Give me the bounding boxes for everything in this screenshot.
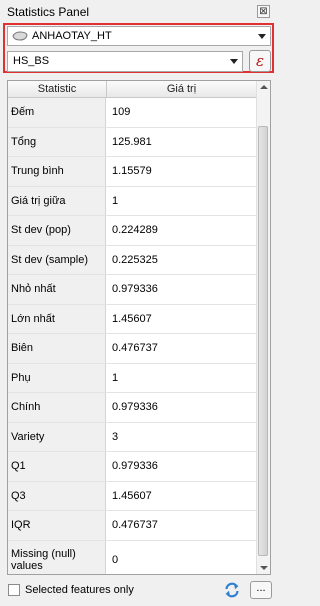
layer-select-value: ANHAOTAY_HT (32, 30, 112, 42)
statistic-value[interactable]: 0.224289 (112, 224, 158, 236)
layer-select[interactable]: ANHAOTAY_HT (7, 26, 271, 46)
statistic-name: Trung bình (11, 165, 64, 178)
row-header[interactable]: St dev (pop) (8, 216, 106, 245)
panel-title: Statistics Panel (7, 5, 90, 19)
row-header[interactable]: Missing (null) values (8, 540, 106, 574)
table-row[interactable]: Q1 0.979336 (8, 452, 256, 482)
statistic-value[interactable]: 1.15579 (112, 165, 152, 177)
panel-titlebar[interactable]: Statistics Panel ⊠ (0, 0, 279, 22)
field-select[interactable]: HS_BS (7, 51, 243, 72)
expression-icon: ε (255, 52, 265, 70)
statistic-name: Variety (11, 430, 45, 443)
chevron-down-icon[interactable] (258, 34, 266, 39)
expression-button[interactable]: ε (249, 50, 271, 72)
row-header[interactable]: Phụ (8, 363, 106, 392)
statistic-name: Missing (null) values (11, 548, 76, 572)
field-select-value: HS_BS (13, 55, 50, 67)
statistic-value[interactable]: 0.476737 (112, 342, 158, 354)
statistic-value[interactable]: 0.979336 (112, 401, 158, 413)
table-row[interactable]: Lớn nhất 1.45607 (8, 304, 256, 334)
column-header-statistic[interactable]: Statistic (8, 83, 106, 95)
statistic-name: St dev (pop) (11, 224, 71, 237)
statistic-name: Nhỏ nhất (11, 283, 56, 296)
chevron-down-icon[interactable] (230, 59, 238, 64)
table-row[interactable]: Phụ 1 (8, 363, 256, 393)
statistic-name: Lớn nhất (11, 312, 55, 325)
statistic-name: Chính (11, 401, 41, 414)
row-header[interactable]: Đếm (8, 98, 106, 127)
statistic-value[interactable]: 0 (112, 554, 118, 566)
vertical-scrollbar[interactable] (256, 81, 270, 574)
statistic-name: Giá trị giữa (11, 194, 66, 207)
statistics-panel: Statistics Panel ⊠ ANHAOTAY_HT HS_BS ε S… (0, 0, 279, 606)
statistic-name: Q3 (11, 489, 26, 502)
table-row[interactable]: Missing (null) values 0 (8, 540, 256, 574)
table-row[interactable]: Nhỏ nhất 0.979336 (8, 275, 256, 305)
row-header[interactable]: IQR (8, 511, 106, 540)
statistic-value[interactable]: 1 (112, 372, 118, 384)
statistic-value[interactable]: 0.476737 (112, 519, 158, 531)
table-row[interactable]: Q3 1.45607 (8, 481, 256, 511)
statistic-name: Tổng (11, 135, 37, 148)
table-row[interactable]: Chính 0.979336 (8, 393, 256, 423)
statistic-value[interactable]: 109 (112, 106, 130, 118)
table-header: Statistic Giá trị (8, 81, 256, 98)
row-header[interactable]: Nhỏ nhất (8, 275, 106, 304)
table-row[interactable]: Đếm 109 (8, 98, 256, 128)
statistic-name: St dev (sample) (11, 253, 89, 266)
selected-features-only-label[interactable]: Selected features only (25, 584, 134, 596)
statistic-value[interactable]: 1.45607 (112, 490, 152, 502)
statistic-name: Q1 (11, 460, 26, 473)
table-row[interactable]: St dev (pop) 0.224289 (8, 216, 256, 246)
table-row[interactable]: Biên 0.476737 (8, 334, 256, 364)
table-row[interactable]: IQR 0.476737 (8, 511, 256, 541)
statistic-value[interactable]: 0.979336 (112, 460, 158, 472)
row-header[interactable]: Giá trị giữa (8, 186, 106, 215)
table-body: Đếm 109 Tổng 125.981 Trung bình 1.15579 Giá tr… (8, 98, 256, 574)
table-row[interactable]: St dev (sample) 0.225325 (8, 245, 256, 275)
selected-features-only-checkbox[interactable] (8, 584, 20, 596)
table-row[interactable]: Tổng 125.981 (8, 127, 256, 157)
table-row[interactable]: Giá trị giữa 1 (8, 186, 256, 216)
refresh-icon[interactable] (223, 581, 241, 599)
row-header[interactable]: Chính (8, 393, 106, 422)
statistic-value[interactable]: 0.225325 (112, 254, 158, 266)
close-icon[interactable]: ⊠ (257, 5, 270, 18)
statistic-name: Phụ (11, 371, 31, 384)
statistic-value[interactable]: 1.45607 (112, 313, 152, 325)
row-header[interactable]: Variety (8, 422, 106, 451)
statistic-value[interactable]: 125.981 (112, 136, 152, 148)
statistic-name: IQR (11, 519, 31, 532)
statistic-value[interactable]: 0.979336 (112, 283, 158, 295)
row-header[interactable]: Trung bình (8, 157, 106, 186)
statistic-name: Biên (11, 342, 34, 355)
column-header-value[interactable]: Giá trị (107, 83, 256, 95)
row-header[interactable]: Q1 (8, 452, 106, 481)
row-header[interactable]: Biên (8, 334, 106, 363)
panel-footer: Selected features only ... (0, 578, 279, 606)
row-header[interactable]: Lớn nhất (8, 304, 106, 333)
statistics-table: Statistic Giá trị Đếm 109 Tổng 125.981 Trung… (7, 80, 271, 575)
table-row[interactable]: Trung bình 1.15579 (8, 157, 256, 187)
scroll-down-icon[interactable] (260, 566, 268, 570)
statistic-value[interactable]: 1 (112, 195, 118, 207)
polygon-layer-icon (12, 31, 28, 41)
statistic-name: Đếm (11, 106, 35, 119)
row-header[interactable]: St dev (sample) (8, 245, 106, 274)
statistic-value[interactable]: 3 (112, 431, 118, 443)
row-header[interactable]: Tổng (8, 127, 106, 156)
scrollbar-thumb[interactable] (258, 126, 268, 556)
table-row[interactable]: Variety 3 (8, 422, 256, 452)
row-header[interactable]: Q3 (8, 481, 106, 510)
more-options-button[interactable]: ... (250, 581, 272, 599)
scroll-up-icon[interactable] (260, 85, 268, 89)
